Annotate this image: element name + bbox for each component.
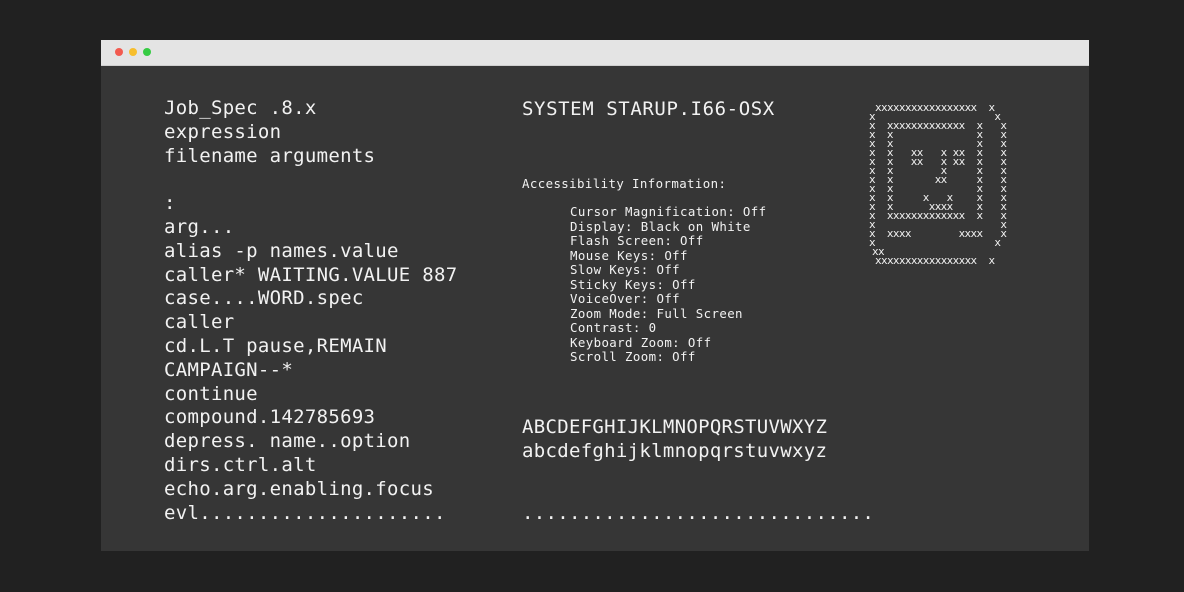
command-line: caller — [164, 311, 235, 334]
command-line: filename arguments — [164, 144, 376, 167]
zoom-button[interactable] — [143, 48, 151, 56]
command-line: compound.142785693 — [164, 406, 376, 429]
command-line: continue — [164, 382, 258, 405]
accessibility-item: Display: Black on White — [570, 218, 751, 234]
accessibility-item: Slow Keys: Off — [570, 262, 681, 278]
command-line: dirs.ctrl.alt — [164, 453, 317, 476]
accessibility-item: VoiceOver: Off — [570, 291, 681, 307]
window-titlebar[interactable] — [101, 40, 1089, 66]
accessibility-item: Sticky Keys: Off — [570, 276, 696, 292]
accessibility-heading: Accessibility Information: — [522, 176, 727, 191]
command-line: CAMPAIGN--* — [164, 358, 294, 381]
accessibility-item: Contrast: 0 — [570, 320, 657, 336]
accessibility-item: Scroll Zoom: Off — [570, 349, 696, 365]
command-line: : — [164, 192, 176, 215]
lowercase-alphabet: abcdefghijklmnopqrstuvwxyz — [522, 440, 828, 462]
system-title: SYSTEM STARUP.I66-OSX — [522, 98, 775, 120]
command-line: depress. name..option — [164, 430, 411, 453]
terminal-window: Job_Spec .8.x expression filename argume… — [101, 40, 1089, 551]
command-line: expression — [164, 120, 282, 143]
command-line: echo.arg.enabling.focus — [164, 477, 434, 500]
ascii-art-row: xxxxxxxxxxxxxxxxx x — [875, 254, 995, 266]
close-button[interactable] — [115, 48, 123, 56]
uppercase-alphabet: ABCDEFGHIJKLMNOPQRSTUVWXYZ — [522, 416, 828, 438]
dotted-line: .............................. — [522, 502, 875, 524]
command-line: Job_Spec .8.x — [164, 97, 317, 119]
command-line: caller* WAITING.VALUE 887 — [164, 263, 458, 286]
command-list: Job_Spec .8.x expression filename argume… — [164, 97, 509, 525]
command-line: cd.L.T pause,REMAIN — [164, 334, 388, 357]
accessibility-item: Flash Screen: Off — [570, 233, 704, 249]
minimize-button[interactable] — [129, 48, 137, 56]
mac-face-icon: xxxxxxxxxxxxxxxxx xx xx xxxxxxxxxxxxx x … — [867, 96, 1037, 267]
system-info: SYSTEM STARUP.I66-OSX Accessibility Info… — [522, 97, 874, 524]
accessibility-item: Mouse Keys: Off — [570, 247, 688, 263]
ascii-art-row: x x — [869, 236, 1001, 249]
command-line: arg... — [164, 215, 235, 238]
accessibility-item: Zoom Mode: Full Screen — [570, 305, 743, 321]
command-line: alias -p names.value — [164, 239, 399, 262]
terminal-content: Job_Spec .8.x expression filename argume… — [101, 66, 1089, 551]
accessibility-item: Keyboard Zoom: Off — [570, 334, 712, 350]
command-line: evl..................... — [164, 501, 446, 524]
alphabet-sample: ABCDEFGHIJKLMNOPQRSTUVWXYZ abcdefghijklm… — [522, 415, 827, 463]
accessibility-item: Cursor Magnification: Off — [570, 204, 767, 219]
ascii-art-canvas: xxxxxxxxxxxxxxxxx xx xx xxxxxxxxxxxxx x … — [869, 101, 1008, 267]
accessibility-list: Cursor Magnification: Off Display: Black… — [570, 204, 767, 365]
command-line: case....WORD.spec — [164, 287, 364, 310]
